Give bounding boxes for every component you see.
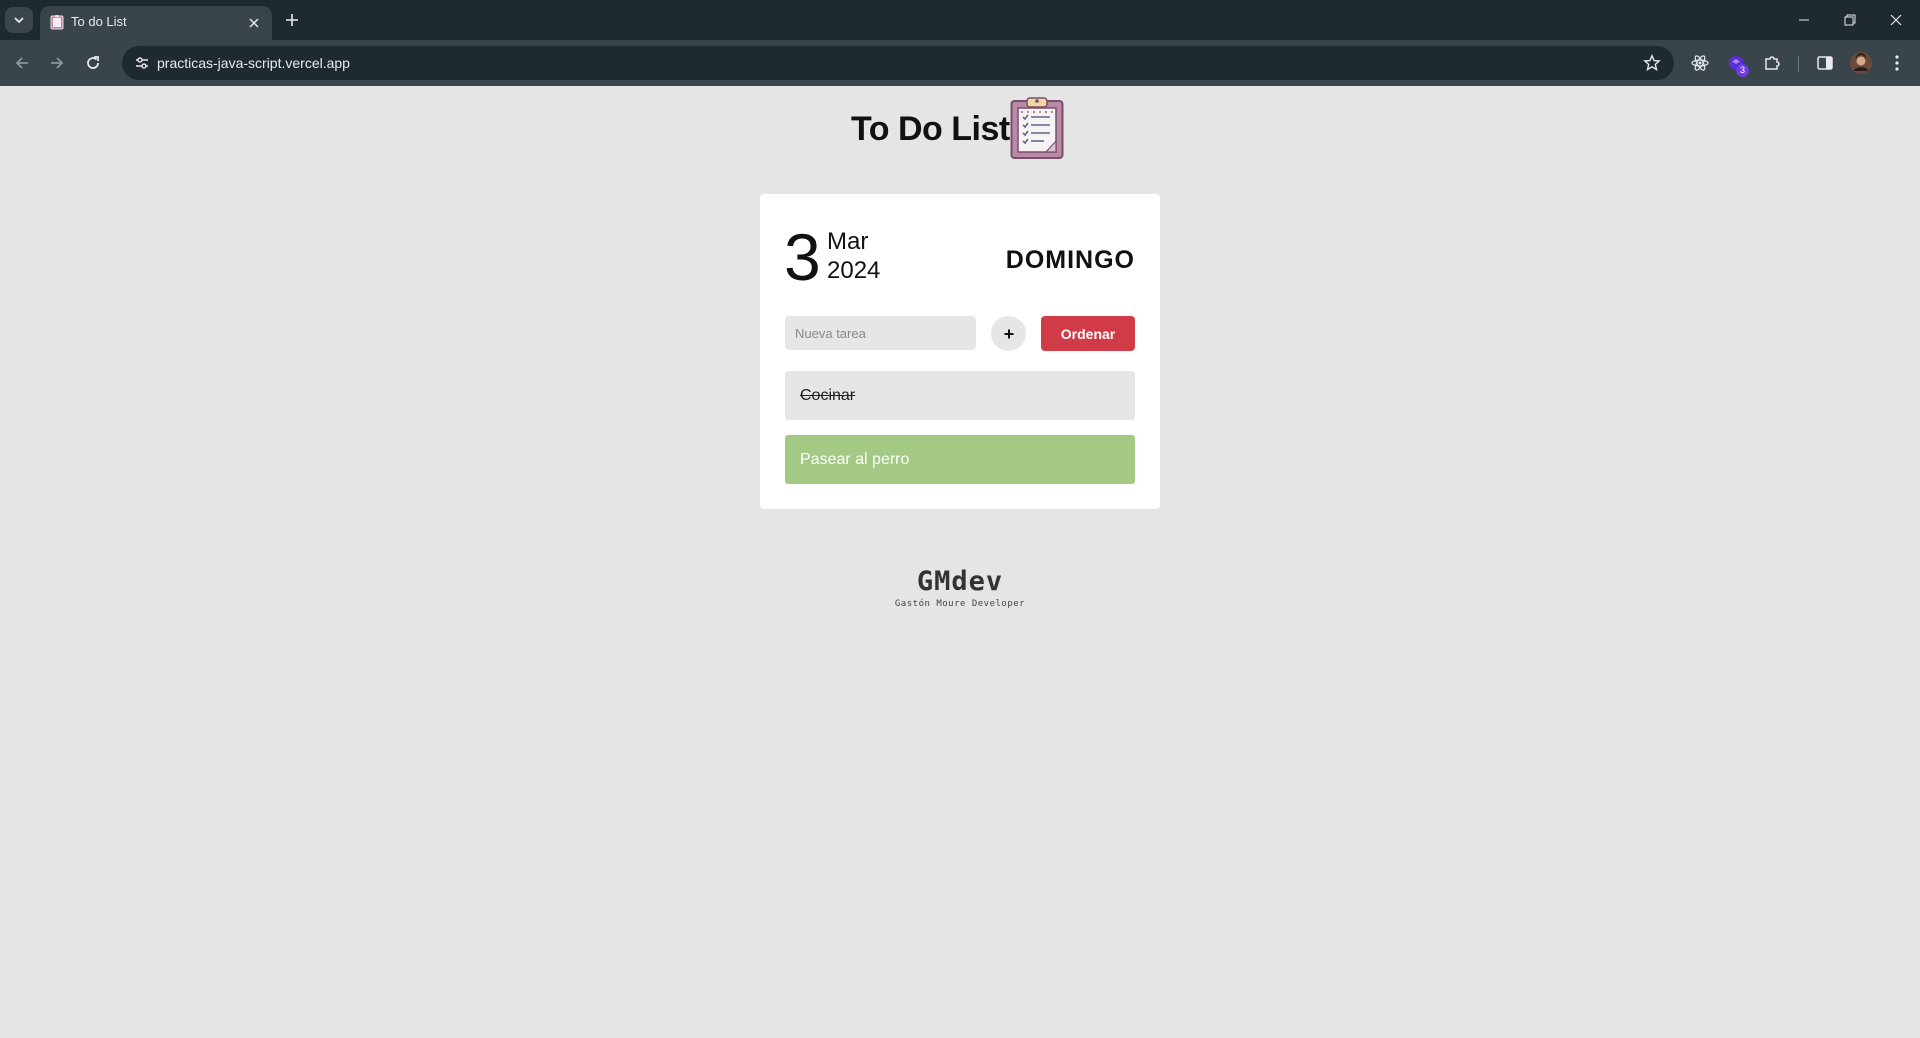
tab-strip: To do List [0,0,1920,40]
close-window-button[interactable] [1880,6,1912,34]
close-icon [249,18,259,28]
forward-button[interactable] [43,49,71,77]
close-icon [1890,14,1902,26]
extension-badge: 3 [1736,64,1749,77]
react-devtools-button[interactable] [1688,51,1712,75]
restore-button[interactable] [1834,6,1866,34]
arrow-left-icon [15,57,28,69]
browser-tab[interactable]: To do List [40,6,272,40]
minimize-icon [1799,19,1809,21]
footer-logo: GMdev Gastón Moure Developer [0,566,1920,609]
browser-menu-button[interactable] [1885,51,1909,75]
page-title: To Do List [851,110,1010,148]
plus-icon [1004,329,1013,338]
side-panel-button[interactable] [1813,51,1837,75]
page-header: To Do List [0,96,1920,160]
avatar [1850,52,1872,74]
clipboard-icon [50,15,64,30]
browser-toolbar: practicas-java-script.vercel.app 3 [0,40,1920,86]
tab-close-button[interactable] [246,15,262,31]
chevron-down-icon [14,17,24,24]
reload-button[interactable] [79,49,107,77]
side-panel-icon [1817,56,1833,70]
extensions-button[interactable] [1760,51,1784,75]
task-item-done[interactable]: Cocinar [785,371,1135,420]
tab-title: To do List [71,14,127,29]
minimize-button[interactable] [1788,6,1820,34]
reload-icon [87,56,99,69]
restore-icon [1844,14,1856,26]
extension-button[interactable]: 3 [1724,51,1749,77]
order-button[interactable]: Ordenar [1041,316,1135,351]
atom-icon [1691,55,1709,71]
back-button[interactable] [8,49,36,77]
tune-icon[interactable] [134,55,150,71]
todo-card: 3 Mar 2024 DOMINGO Ordenar Cocinar Pasea… [760,194,1160,509]
date-weekday: DOMINGO [1005,246,1135,274]
new-task-input[interactable] [785,316,976,350]
clipboard-icon [1010,97,1064,159]
footer-subtitle: Gastón Moure Developer [894,599,1026,609]
arrow-right-icon [51,57,64,69]
url-text[interactable]: practicas-java-script.vercel.app [157,55,350,71]
date-day: 3 [784,220,821,294]
bookmark-button[interactable] [1642,53,1662,73]
date-month: Mar [827,228,869,255]
star-icon [1643,54,1661,71]
footer-brand: GMdev [916,566,1004,597]
new-tab-button[interactable] [281,9,303,31]
profile-button[interactable] [1849,51,1873,75]
puzzle-icon [1765,56,1780,70]
task-item-pending[interactable]: Pasear al perro [785,435,1135,484]
tab-search-button[interactable] [5,7,33,33]
address-bar[interactable]: practicas-java-script.vercel.app [122,46,1674,80]
kebab-icon [1895,55,1899,71]
add-task-button[interactable] [991,316,1026,351]
date-year: 2024 [827,257,881,284]
plus-icon [286,14,298,26]
toolbar-divider [1798,56,1799,72]
